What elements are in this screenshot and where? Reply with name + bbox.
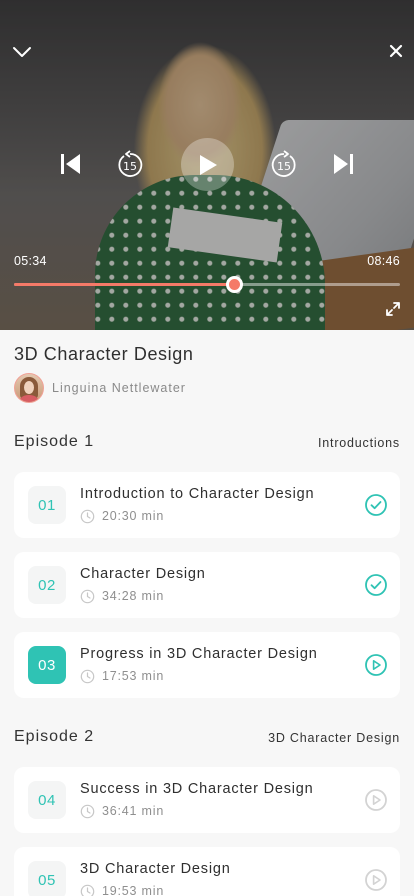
total-duration: 08:46	[367, 254, 400, 268]
play-circle-icon[interactable]	[364, 653, 388, 677]
seek-bar-thumb[interactable]	[226, 276, 244, 293]
lesson-card[interactable]: 01 Introduction to Character Design 20:3…	[14, 472, 400, 538]
lesson-number: 04	[28, 781, 66, 819]
forward-15-icon[interactable]: 15	[267, 148, 301, 182]
lesson-duration: 36:41 min	[102, 804, 165, 818]
current-time: 05:34	[14, 254, 47, 268]
lesson-number: 02	[28, 566, 66, 604]
clock-icon	[80, 804, 95, 819]
skip-previous-icon[interactable]	[55, 148, 87, 180]
seek-bar[interactable]	[14, 276, 400, 293]
lesson-title: Progress in 3D Character Design	[80, 646, 318, 662]
clock-icon	[80, 669, 95, 684]
episode-heading: Episode 2	[14, 728, 95, 745]
forward-seconds: 15	[277, 160, 291, 173]
rewind-15-icon[interactable]: 15	[113, 148, 147, 182]
lesson-title: Character Design	[80, 566, 206, 582]
skip-next-icon[interactable]	[327, 148, 359, 180]
episode-heading: Episode 1	[14, 433, 95, 450]
play-button[interactable]	[181, 138, 234, 191]
lesson-card[interactable]: 02 Character Design 34:28 min	[14, 552, 400, 618]
lesson-number: 05	[28, 861, 66, 896]
close-icon[interactable]	[386, 41, 406, 61]
check-circle-icon	[365, 574, 387, 596]
lesson-duration: 34:28 min	[102, 589, 165, 603]
check-circle-icon	[365, 494, 387, 516]
lesson-card[interactable]: 05 3D Character Design 19:53 min	[14, 847, 400, 896]
lesson-card[interactable]: 03 Progress in 3D Character Design 17:53…	[14, 632, 400, 698]
play-circle-outline-icon[interactable]	[364, 788, 388, 812]
seek-bar-progress	[14, 283, 235, 286]
episode-subtitle: Introductions	[318, 436, 400, 450]
avatar[interactable]	[14, 373, 44, 403]
play-circle-outline-icon[interactable]	[364, 868, 388, 892]
chevron-down-icon[interactable]	[10, 40, 34, 64]
episode-subtitle: 3D Character Design	[268, 731, 400, 745]
course-title: 3D Character Design	[14, 344, 194, 364]
clock-icon	[80, 589, 95, 604]
lesson-title: Introduction to Character Design	[80, 486, 315, 502]
lesson-duration: 19:53 min	[102, 884, 165, 896]
play-icon	[199, 154, 217, 175]
clock-icon	[80, 884, 95, 896]
expand-icon[interactable]	[383, 299, 403, 319]
lesson-card[interactable]: 04 Success in 3D Character Design 36:41 …	[14, 767, 400, 833]
lesson-duration: 20:30 min	[102, 509, 165, 523]
rewind-seconds: 15	[123, 160, 137, 173]
lesson-title: Success in 3D Character Design	[80, 781, 314, 797]
lesson-number: 03	[28, 646, 66, 684]
video-player[interactable]: 15 15 05:34 08:46	[0, 0, 414, 330]
author-name[interactable]: Linguina Nettlewater	[52, 381, 186, 395]
lesson-duration: 17:53 min	[102, 669, 165, 683]
clock-icon	[80, 509, 95, 524]
lesson-number: 01	[28, 486, 66, 524]
lesson-title: 3D Character Design	[80, 861, 231, 877]
